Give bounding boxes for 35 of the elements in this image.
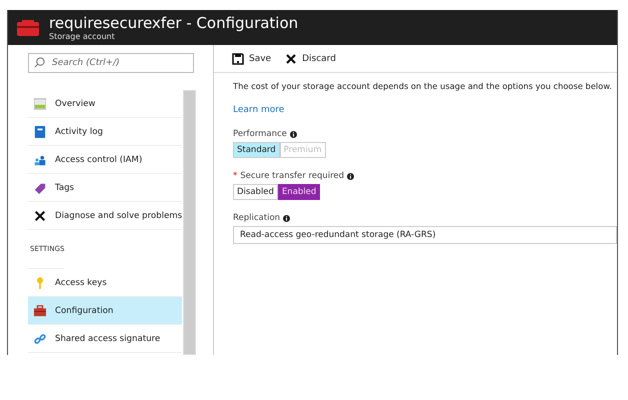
- key-icon: [34, 276, 46, 288]
- toggle-option[interactable]: Standard: [233, 142, 280, 158]
- toolbox-icon: [34, 304, 46, 316]
- nav-item[interactable]: Access control (IAM): [28, 146, 182, 174]
- field-label: Replication: [233, 213, 280, 223]
- discard-button[interactable]: Discard: [285, 50, 336, 66]
- info-icon: [290, 130, 297, 138]
- nav-item[interactable]: Shared access signature: [28, 325, 182, 353]
- field-label: Performance: [233, 129, 287, 139]
- info-icon: [347, 172, 354, 180]
- nav-item[interactable]: Overview: [28, 90, 182, 118]
- nav-item[interactable]: Diagnose and solve problems: [28, 202, 182, 230]
- info-icon: [283, 214, 290, 222]
- search-field[interactable]: Search (Ctrl+/): [28, 53, 194, 73]
- nav-item[interactable]: Configuration: [28, 297, 182, 325]
- description-text: The cost of your storage account depends on the usage and the options you choose below.: [233, 80, 613, 92]
- learn-more-link[interactable]: Learn more: [233, 105, 284, 115]
- save-button[interactable]: Save: [232, 50, 272, 66]
- search-icon: [34, 57, 45, 68]
- field-label: Secure transfer required: [240, 171, 344, 181]
- replication-dropdown[interactable]: Read-access geo-redundant storage (RA-GRS): [233, 226, 617, 244]
- page-subtitle: Storage account: [49, 32, 116, 42]
- toggle-option[interactable]: Enabled: [278, 184, 320, 200]
- page-title: requiresecurexfer - Configuration: [49, 14, 298, 32]
- panel-icon: [34, 98, 46, 110]
- scrollbar[interactable]: [183, 90, 196, 355]
- toggle-option[interactable]: Disabled: [233, 184, 278, 200]
- close-icon: [285, 52, 298, 64]
- people-icon: [34, 154, 46, 166]
- nav-item[interactable]: Activity log: [28, 118, 182, 146]
- tag-icon: [34, 182, 46, 194]
- nav-item[interactable]: Tags: [28, 174, 182, 202]
- required-asterisk: *: [233, 171, 238, 181]
- book-icon: [34, 126, 46, 138]
- link-icon: [34, 332, 46, 344]
